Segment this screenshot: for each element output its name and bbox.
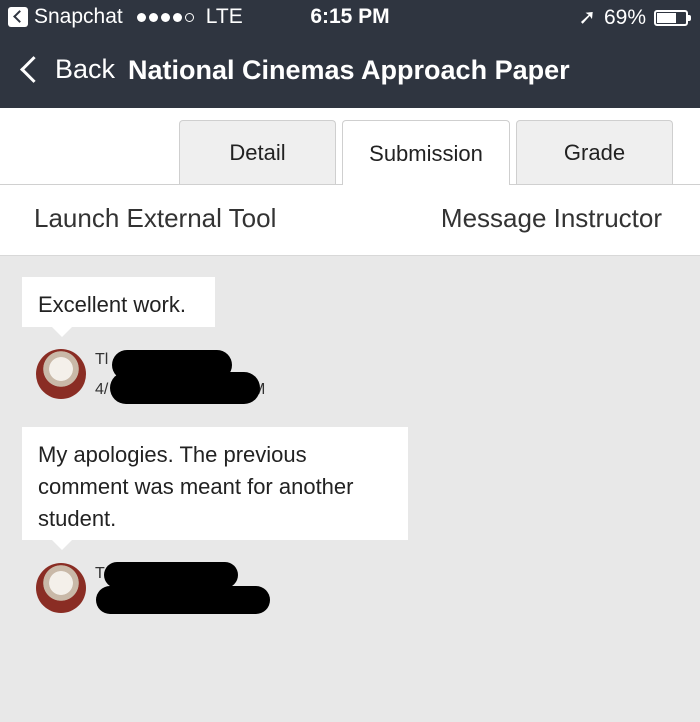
action-bar: Launch External Tool Message Instructor bbox=[0, 185, 700, 256]
redaction-mark bbox=[104, 562, 238, 588]
tab-submission[interactable]: Submission bbox=[342, 120, 510, 186]
tab-detail[interactable]: Detail bbox=[179, 120, 336, 184]
nav-bar: Back National Cinemas Approach Paper bbox=[0, 38, 700, 108]
comment-author: Tl bbox=[95, 351, 109, 368]
location-arrow-icon: ➚ bbox=[578, 6, 596, 29]
chevron-left-icon bbox=[20, 56, 47, 83]
redaction-mark bbox=[110, 372, 260, 404]
tab-bar: Detail Submission Grade bbox=[0, 108, 700, 186]
comment-bubble: My apologies. The previous comment was m… bbox=[22, 427, 408, 550]
avatar bbox=[36, 349, 86, 399]
launch-external-tool-button[interactable]: Launch External Tool bbox=[34, 203, 276, 234]
back-button[interactable]: Back bbox=[20, 54, 115, 85]
avatar bbox=[36, 563, 86, 613]
battery-icon bbox=[654, 9, 691, 26]
comment-date: 4/ bbox=[95, 381, 109, 398]
back-label: Back bbox=[55, 54, 116, 84]
comment-bubble: Excellent work. bbox=[22, 277, 215, 337]
battery-percent: 69% bbox=[603, 5, 646, 29]
redaction-mark bbox=[96, 586, 270, 614]
message-instructor-button[interactable]: Message Instructor bbox=[441, 203, 662, 234]
header: Snapchat LTE 6:15 PM ➚ 69% Back National… bbox=[0, 0, 700, 108]
status-bar: Snapchat LTE 6:15 PM ➚ 69% bbox=[0, 0, 700, 36]
tab-grade[interactable]: Grade bbox=[516, 120, 673, 184]
status-right: ➚ 69% bbox=[578, 5, 691, 30]
battery-fill bbox=[657, 12, 676, 23]
page-title: National Cinemas Approach Paper bbox=[128, 55, 570, 85]
